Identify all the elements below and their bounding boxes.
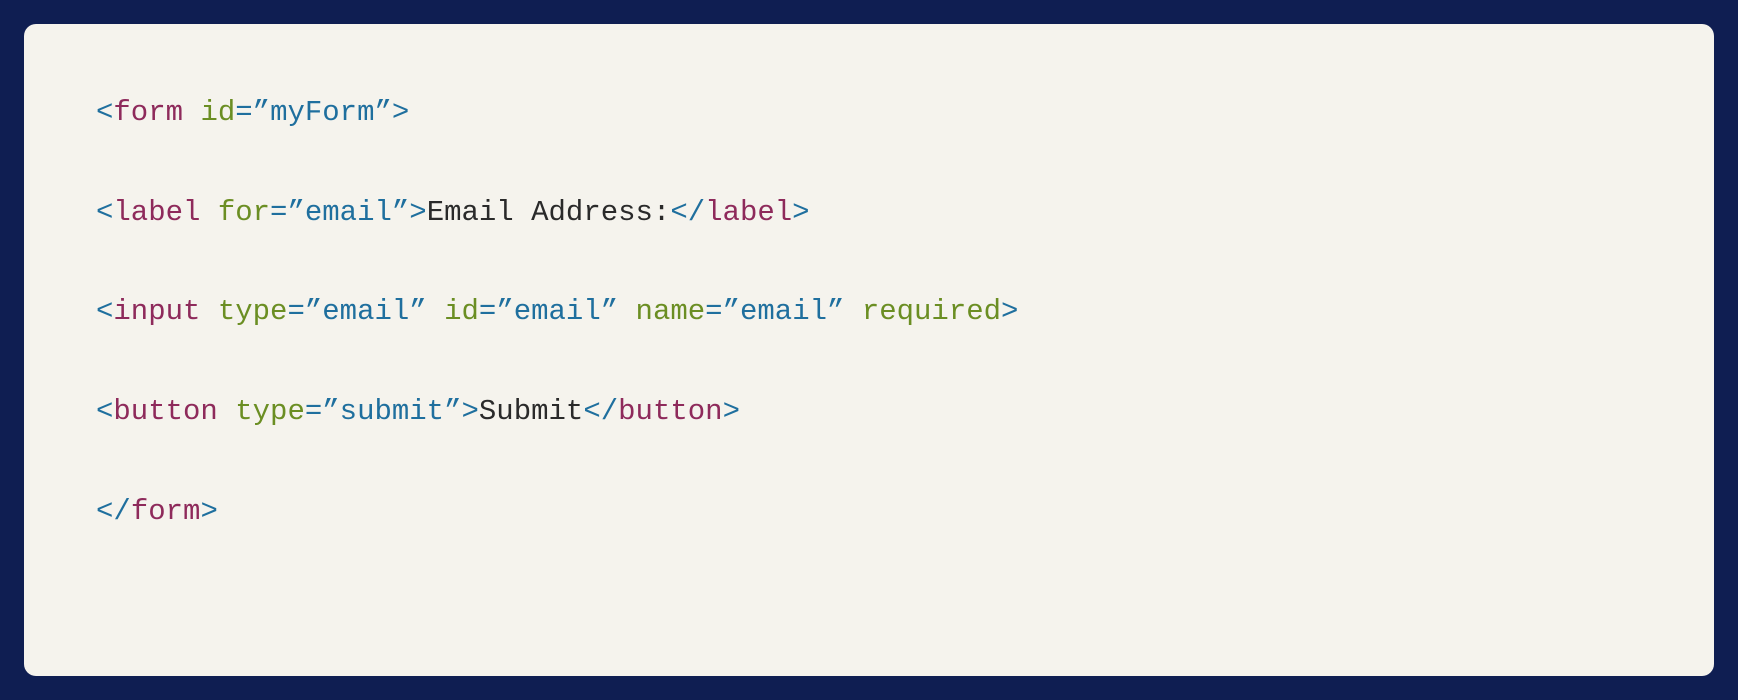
text-email-address: Email Address: (427, 196, 671, 229)
bracket-close: > (1001, 295, 1018, 328)
attr-value-submit: submit (340, 395, 444, 428)
tag-button: button (113, 395, 217, 428)
bracket-close: > (409, 196, 426, 229)
attr-name: name (636, 295, 706, 328)
close-tag-open: </ (670, 196, 705, 229)
quote-close: ” (827, 295, 844, 328)
attr-required: required (862, 295, 1001, 328)
bracket-close: > (723, 395, 740, 428)
bracket-close: > (392, 96, 409, 129)
attr-value-myform: myForm (270, 96, 374, 129)
code-line-4: <button type=”submit”>Submit</button> (96, 393, 1642, 431)
tag-label: label (113, 196, 200, 229)
attr-for: for (218, 196, 270, 229)
tag-input: input (113, 295, 200, 328)
code-line-1: <form id=”myForm”> (96, 94, 1642, 132)
quote-close: ” (409, 295, 426, 328)
attr-type: type (235, 395, 305, 428)
tag-button-close: button (618, 395, 722, 428)
quote-open: ” (723, 295, 740, 328)
space (618, 295, 635, 328)
equals: = (287, 295, 304, 328)
code-line-2: <label for=”email”>Email Address:</label… (96, 194, 1642, 232)
close-tag-open: </ (583, 395, 618, 428)
attr-value-email: email (322, 295, 409, 328)
tag-label-close: label (705, 196, 792, 229)
quote-close: ” (601, 295, 618, 328)
quote-close: ” (374, 96, 391, 129)
bracket-open: < (96, 196, 113, 229)
quote-open: ” (496, 295, 513, 328)
attr-id: id (200, 96, 235, 129)
tag-form-close: form (131, 495, 201, 528)
bracket-open: < (96, 96, 113, 129)
code-line-5: </form> (96, 493, 1642, 531)
attr-value-email: email (514, 295, 601, 328)
space (200, 295, 217, 328)
code-block: <form id=”myForm”> <label for=”email”>Em… (24, 24, 1714, 676)
close-tag-open: </ (96, 495, 131, 528)
attr-value-email: email (740, 295, 827, 328)
text-submit: Submit (479, 395, 583, 428)
equals: = (235, 96, 252, 129)
bracket-close: > (792, 196, 809, 229)
space (427, 295, 444, 328)
quote-close: ” (392, 196, 409, 229)
quote-open: ” (253, 96, 270, 129)
bracket-close: > (462, 395, 479, 428)
space (200, 196, 217, 229)
bracket-open: < (96, 295, 113, 328)
space (844, 295, 861, 328)
quote-open: ” (322, 395, 339, 428)
equals: = (705, 295, 722, 328)
quote-close: ” (444, 395, 461, 428)
quote-open: ” (305, 295, 322, 328)
space (218, 395, 235, 428)
attr-type: type (218, 295, 288, 328)
equals: = (305, 395, 322, 428)
space (183, 96, 200, 129)
attr-id: id (444, 295, 479, 328)
equals: = (270, 196, 287, 229)
attr-value-email: email (305, 196, 392, 229)
code-line-3: <input type=”email” id=”email” name=”ema… (96, 293, 1642, 331)
quote-open: ” (287, 196, 304, 229)
bracket-open: < (96, 395, 113, 428)
tag-form: form (113, 96, 183, 129)
equals: = (479, 295, 496, 328)
bracket-close: > (200, 495, 217, 528)
